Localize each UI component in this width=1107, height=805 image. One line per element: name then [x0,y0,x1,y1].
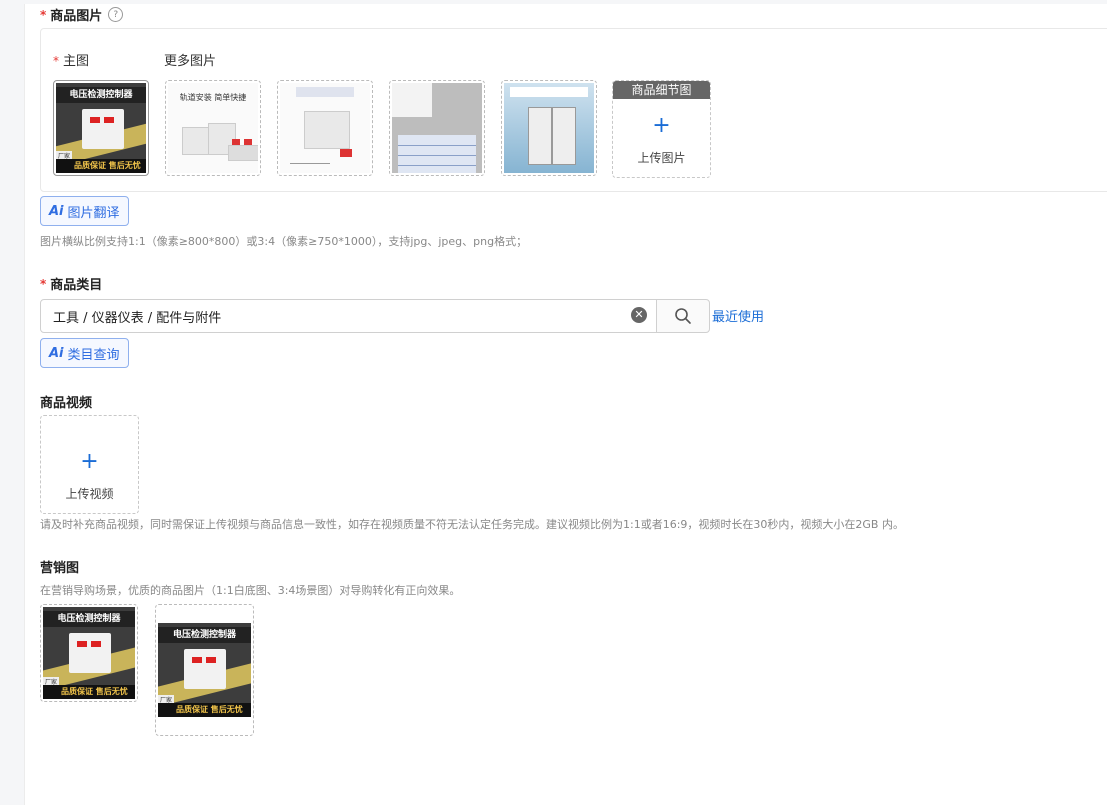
recent-used-link[interactable]: 最近使用 [712,306,764,325]
more-images-label: 更多图片 [164,54,217,69]
marketing-hint: 在营销导购场景，优质的商品图片（1:1白底图、3:4场景图）对导购转化有正向效果… [40,584,461,597]
ai-image-translate-button[interactable]: Ai 图片翻译 [40,196,129,226]
ai-icon: Ai [49,203,64,219]
images-hint: 图片横纵比例支持1:1（像素≥800*800）或3:4（像素≥750*1000）… [40,235,528,248]
marketing-image-portrait[interactable]: 电压检测控制器 厂家直销 品质保证 售后无忧 [155,604,254,736]
ai-category-query-button[interactable]: Ai 类目查询 [40,338,129,368]
product-image: 电压检测控制器 厂家直销 品质保证 售后无忧 [158,623,251,717]
main-image-thumb[interactable]: 电压检测控制器 厂家直销 品质保证 售后无忧 [53,80,149,176]
ai-icon: Ai [49,345,64,361]
marketing-image-square[interactable]: 电压检测控制器 厂家直销 品质保证 售后无忧 [40,604,138,702]
category-input[interactable]: 工具 / 仪器仪表 / 配件与附件 [40,299,657,333]
more-image-thumb[interactable] [277,80,373,176]
more-image-thumb[interactable] [389,80,485,176]
help-icon[interactable]: ? [108,7,124,22]
images-section-title: * 商品图片 ? [40,5,124,24]
video-upload[interactable]: + 上传视频 [40,415,139,514]
video-hint: 请及时补充商品视频，同时需保证上传视频与商品信息一致性，如存在视频质量不符无法认… [40,518,904,531]
category-search-button[interactable] [656,299,710,333]
clear-icon[interactable]: ✕ [631,307,647,323]
product-image: 电压检测控制器 厂家直销 品质保证 售后无忧 [43,607,135,699]
more-image-thumb[interactable] [501,80,597,176]
search-icon [675,308,691,324]
product-image: 电压检测控制器 厂家直销 品质保证 售后无忧 [56,83,146,173]
left-gutter [0,0,25,805]
plus-icon: + [80,449,99,474]
detail-image-upload[interactable]: 商品细节图 + 上传图片 [612,80,711,178]
main-image-label: * 主图 [53,54,90,69]
top-strip [24,0,1107,4]
marketing-section-title: 营销图 [40,561,80,576]
plus-icon: + [652,113,671,138]
more-image-thumb[interactable]: 轨道安装 简单快捷 [165,80,261,176]
category-section-title: * 商品类目 [40,276,103,294]
video-section-title: 商品视频 [40,396,93,411]
